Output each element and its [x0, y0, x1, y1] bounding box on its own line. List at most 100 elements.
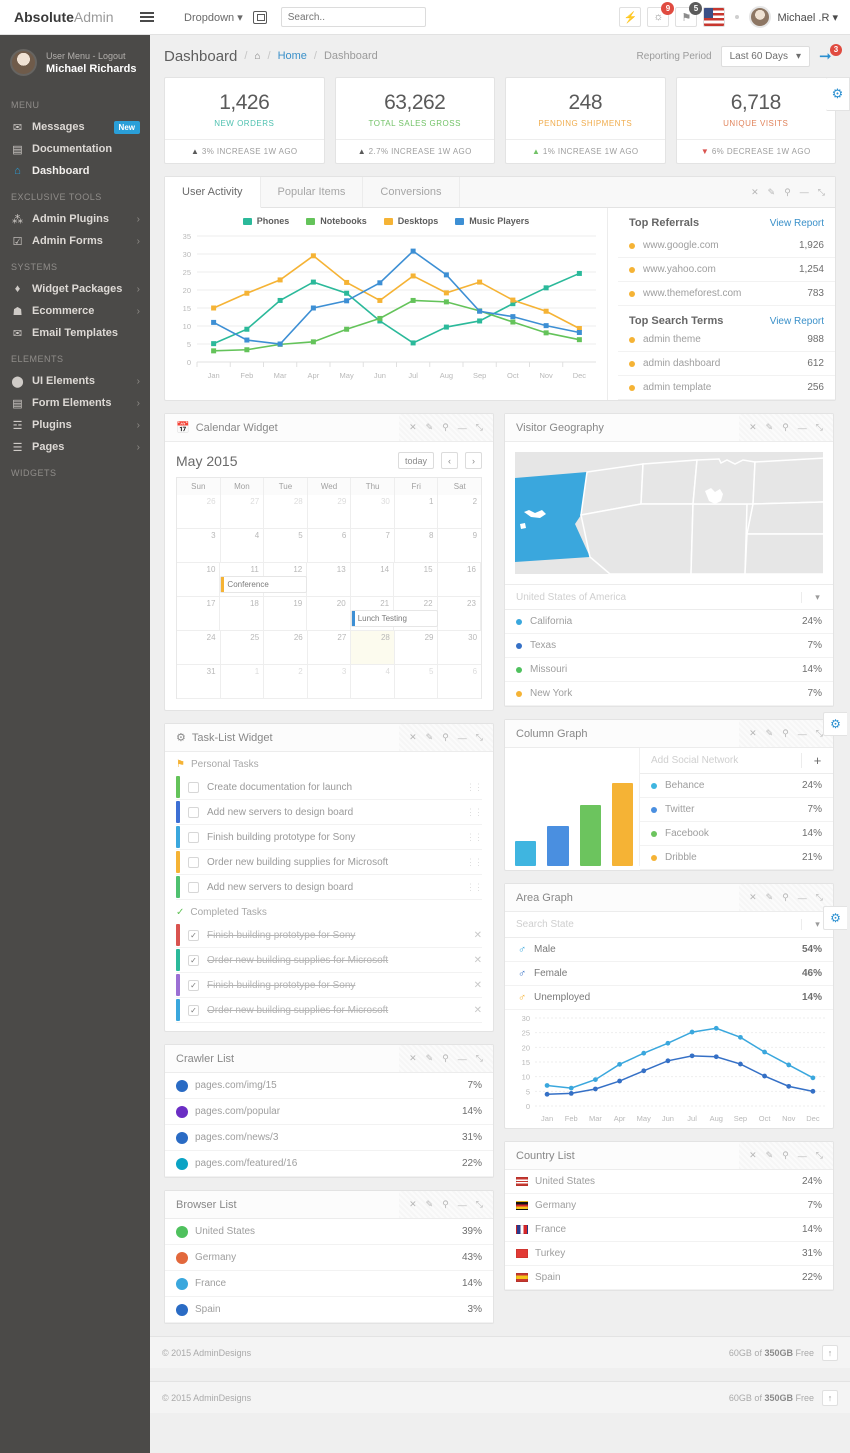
sidebar-item-ui-elements[interactable]: ⬤ UI Elements ›	[0, 370, 150, 392]
calendar-day-cell[interactable]: 25	[221, 631, 265, 665]
calendar-day-cell[interactable]: 23	[438, 597, 481, 631]
calendar-event[interactable]: Lunch Testing	[351, 610, 438, 627]
gear-icon[interactable]: ⚙	[826, 77, 850, 111]
task-checkbox[interactable]: ✓	[188, 1005, 199, 1016]
task-row[interactable]: ✓ Order new building supplies for Micros…	[176, 998, 482, 1023]
calendar-next-button[interactable]: ›	[465, 452, 482, 469]
drag-handle-icon[interactable]: ⋮⋮	[466, 832, 482, 843]
sidebar-item-messages[interactable]: ✉ Messages New	[0, 116, 150, 138]
calendar-day-cell[interactable]: 26	[264, 631, 308, 665]
minimize-icon[interactable]: —	[798, 893, 807, 903]
state-search-placeholder[interactable]: Search State	[505, 919, 801, 930]
country-row[interactable]: France 14%	[505, 1218, 833, 1242]
referral-row[interactable]: www.google.com 1,926	[618, 234, 835, 258]
stat-card[interactable]: 63,262 TOTAL SALES GROSS ▲ 2.7% INCREASE…	[335, 77, 496, 164]
scroll-top-icon[interactable]: ↑	[822, 1345, 838, 1361]
color-icon[interactable]: ⚲	[442, 732, 449, 743]
expand-icon[interactable]: ⤡	[816, 892, 823, 903]
menu-toggle-icon[interactable]	[140, 12, 166, 22]
calendar-day-cell[interactable]: 9	[438, 529, 481, 563]
crawler-row[interactable]: pages.com/featured/16 22%	[165, 1151, 493, 1177]
minimize-icon[interactable]: —	[458, 1054, 467, 1064]
calendar-day-cell[interactable]: 26	[177, 495, 221, 529]
calendar-day-cell[interactable]: 1	[395, 495, 439, 529]
chevron-down-icon[interactable]: ▾	[801, 592, 833, 603]
crawler-row[interactable]: pages.com/img/15 7%	[165, 1073, 493, 1099]
task-row[interactable]: ✓ Finish building prototype for Sony ✕	[176, 973, 482, 998]
calendar-day-cell[interactable]: 29	[395, 631, 439, 665]
country-row[interactable]: Germany 7%	[505, 1194, 833, 1218]
calendar-day-cell[interactable]: 8	[395, 529, 439, 563]
edit-icon[interactable]: ✎	[426, 1199, 434, 1210]
expand-icon[interactable]: ⤡	[476, 1053, 483, 1064]
expand-icon[interactable]: ⤡	[816, 422, 823, 433]
tab-conversions[interactable]: Conversions	[363, 177, 459, 207]
demographic-row[interactable]: ♂ Male 54%	[505, 938, 833, 962]
sidebar-item-admin-forms[interactable]: ☑ Admin Forms ›	[0, 230, 150, 252]
browser-row[interactable]: United States 39%	[165, 1219, 493, 1245]
sidebar-item-admin-plugins[interactable]: ⁂ Admin Plugins ›	[0, 208, 150, 230]
edit-icon[interactable]: ✎	[766, 1150, 774, 1161]
color-icon[interactable]: ⚲	[442, 422, 449, 433]
breadcrumb-home-link[interactable]: Home	[278, 50, 307, 62]
view-report-link[interactable]: View Report	[770, 316, 824, 327]
calendar-day-cell[interactable]: 3	[177, 529, 221, 563]
expand-icon[interactable]: ⤡	[476, 1199, 483, 1210]
close-icon[interactable]: ✕	[409, 422, 417, 433]
task-row[interactable]: Order new building supplies for Microsof…	[176, 850, 482, 875]
edit-icon[interactable]: ✎	[766, 422, 774, 433]
calendar-event[interactable]: Conference	[220, 576, 307, 593]
drag-handle-icon[interactable]: ⋮⋮	[466, 857, 482, 868]
calendar-day-cell[interactable]: 2	[264, 665, 308, 699]
minimize-icon[interactable]: —	[798, 729, 807, 739]
calendar-day-cell[interactable]: 28	[264, 495, 308, 529]
view-report-link[interactable]: View Report	[770, 218, 824, 229]
legend-item[interactable]: Phones	[243, 216, 290, 226]
calendar-day-cell[interactable]: 18	[220, 597, 263, 631]
calendar-day-cell[interactable]: 3	[308, 665, 352, 699]
close-icon[interactable]: ✕	[749, 1150, 757, 1161]
crawler-row[interactable]: pages.com/popular 14%	[165, 1099, 493, 1125]
sidebar-right-toggle[interactable]: ➞ 3	[819, 48, 836, 65]
legend-item[interactable]: Desktops	[384, 216, 439, 226]
calendar-day-cell[interactable]: 5	[264, 529, 308, 563]
country-row[interactable]: Turkey 31%	[505, 1242, 833, 1266]
calendar-day-cell[interactable]: 24	[177, 631, 221, 665]
sidebar-item-plugins[interactable]: ☲ Plugins ›	[0, 414, 150, 436]
drag-handle-icon[interactable]: ⋮⋮	[466, 782, 482, 793]
state-row[interactable]: California 24%	[505, 610, 833, 634]
task-checkbox[interactable]: ✓	[188, 980, 199, 991]
drag-handle-icon[interactable]: ⋮⋮	[466, 807, 482, 818]
close-icon[interactable]: ✕	[749, 422, 757, 433]
calendar-day-cell[interactable]: 29	[308, 495, 352, 529]
calendar-day-cell[interactable]: 4	[351, 665, 395, 699]
calendar-day-cell[interactable]: 5	[395, 665, 439, 699]
minimize-icon[interactable]: —	[458, 733, 467, 743]
task-row[interactable]: ✓ Finish building prototype for Sony ✕	[176, 923, 482, 948]
social-row[interactable]: Dribble 21%	[640, 846, 833, 870]
task-checkbox[interactable]	[188, 882, 199, 893]
calendar-day-cell[interactable]: 31	[177, 665, 221, 699]
sidebar-item-documentation[interactable]: ▤ Documentation	[0, 138, 150, 160]
calendar-prev-button[interactable]: ‹	[441, 452, 458, 469]
demographic-row[interactable]: ♂ Female 46%	[505, 962, 833, 986]
delete-icon[interactable]: ✕	[474, 980, 482, 991]
color-icon[interactable]: ⚲	[442, 1199, 449, 1210]
minimize-icon[interactable]: —	[798, 423, 807, 433]
country-row[interactable]: United States 24%	[505, 1170, 833, 1194]
expand-icon[interactable]: ⤡	[476, 422, 483, 433]
edit-icon[interactable]: ✎	[426, 732, 434, 743]
task-checkbox[interactable]	[188, 832, 199, 843]
task-checkbox[interactable]	[188, 857, 199, 868]
calendar-grid[interactable]: SunMonTueWedThuFriSat2627282930123456789…	[176, 477, 482, 699]
close-icon[interactable]: ✕	[751, 187, 759, 198]
task-checkbox[interactable]: ✓	[188, 930, 199, 941]
sidebar-item-email-templates[interactable]: ✉ Email Templates	[0, 322, 150, 344]
usa-map[interactable]	[515, 452, 823, 574]
state-row[interactable]: Texas 7%	[505, 634, 833, 658]
calendar-day-cell[interactable]: 20	[307, 597, 350, 631]
calendar-day-cell[interactable]: 4	[221, 529, 265, 563]
calendar-today-button[interactable]: today	[398, 452, 434, 469]
close-icon[interactable]: ✕	[409, 732, 417, 743]
close-icon[interactable]: ✕	[409, 1053, 417, 1064]
